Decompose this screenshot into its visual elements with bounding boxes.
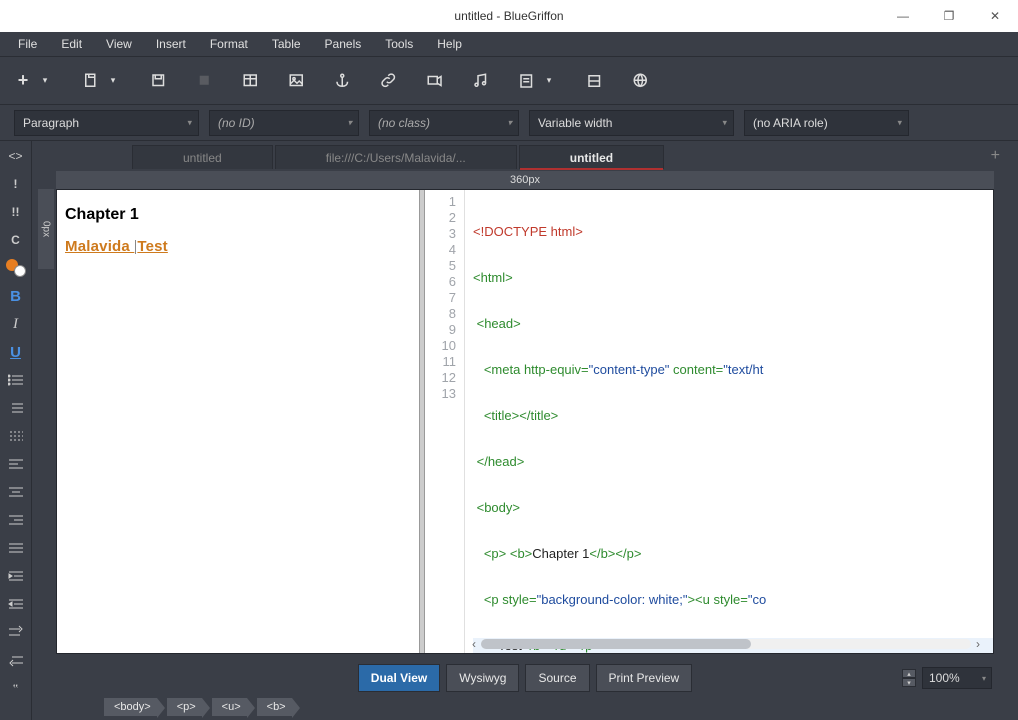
menu-format[interactable]: Format — [200, 34, 258, 54]
wysiwyg-pane[interactable]: Chapter 1 Malavida Test — [57, 190, 419, 653]
indent-icon[interactable] — [6, 567, 26, 585]
zoom-spinner[interactable]: ▴▾ — [902, 669, 916, 687]
rtl-icon[interactable] — [6, 651, 26, 669]
main-toolbar: + ▾ ▾ ▾ — [0, 57, 1018, 105]
paragraph-malavida: Malavida Test — [65, 238, 411, 255]
anchor-icon[interactable] — [334, 72, 352, 90]
form-icon[interactable] — [518, 72, 536, 90]
align-left-icon[interactable] — [6, 455, 26, 473]
important-icon[interactable]: ! — [6, 175, 26, 193]
format-bar: Paragraph▾ (no ID)▾ (no class)▾ Variable… — [0, 105, 1018, 141]
window-title: untitled - BlueGriffon — [454, 9, 563, 23]
menu-help[interactable]: Help — [427, 34, 472, 54]
view-mode-bar: Dual View Wysiwyg Source Print Preview ▴… — [32, 662, 1018, 694]
menu-file[interactable]: File — [8, 34, 47, 54]
side-toolbar: <> ! !! C B I U ‟ — [0, 141, 32, 720]
image-icon[interactable] — [288, 72, 306, 90]
dual-view-button[interactable]: Dual View — [358, 664, 440, 692]
maximize-icon[interactable]: ❐ — [926, 0, 972, 32]
menu-bar: File Edit View Insert Format Table Panel… — [0, 32, 1018, 57]
align-center-icon[interactable] — [6, 483, 26, 501]
tab-untitled-2[interactable]: untitled — [519, 145, 664, 169]
ltr-icon[interactable] — [6, 623, 26, 641]
open-icon[interactable] — [82, 72, 100, 90]
breadcrumb-u[interactable]: <u> — [212, 698, 247, 716]
save-icon[interactable] — [150, 72, 168, 90]
list-numbered-icon[interactable] — [6, 399, 26, 417]
minimize-icon[interactable]: — — [880, 0, 926, 32]
document-tabs: untitled file:///C:/Users/Malavida/... u… — [32, 141, 1018, 169]
link-icon[interactable] — [380, 72, 398, 90]
scrollbar-thumb[interactable] — [481, 639, 751, 649]
outdent-icon[interactable] — [6, 595, 26, 613]
chevron-down-icon[interactable]: ▾ — [36, 72, 54, 90]
chevron-down-icon[interactable]: ▾ — [104, 72, 122, 90]
hr-icon[interactable] — [586, 72, 604, 90]
aria-select[interactable]: (no ARIA role)▾ — [744, 110, 909, 136]
scroll-right-icon[interactable]: › — [971, 637, 985, 651]
audio-icon[interactable] — [472, 72, 490, 90]
code-content[interactable]: <!DOCTYPE html> <html> <head> <meta http… — [465, 190, 993, 653]
align-justify-icon[interactable] — [6, 539, 26, 557]
new-tab-icon[interactable]: + — [991, 147, 1000, 165]
ruler-horizontal: 360px 0px — [56, 171, 994, 189]
print-preview-button[interactable]: Print Preview — [596, 664, 693, 692]
new-icon[interactable]: + — [14, 72, 32, 90]
paragraph-select[interactable]: Paragraph▾ — [14, 110, 199, 136]
wysiwyg-button[interactable]: Wysiwyg — [446, 664, 519, 692]
heading-chapter: Chapter 1 — [65, 206, 411, 224]
menu-view[interactable]: View — [96, 34, 142, 54]
window-titlebar: untitled - BlueGriffon — ❐ ✕ — [0, 0, 1018, 32]
source-button[interactable]: Source — [525, 664, 589, 692]
dom-breadcrumb: <body> <p> <u> <b> — [32, 694, 1018, 720]
list-bullet-icon[interactable] — [6, 371, 26, 389]
list-dash-icon[interactable] — [6, 427, 26, 445]
menu-edit[interactable]: Edit — [51, 34, 92, 54]
breadcrumb-body[interactable]: <body> — [104, 698, 157, 716]
breadcrumb-p[interactable]: <p> — [167, 698, 202, 716]
table-icon[interactable] — [242, 72, 260, 90]
breadcrumb-b[interactable]: <b> — [257, 698, 292, 716]
menu-table[interactable]: Table — [262, 34, 311, 54]
source-pane[interactable]: 12345678910111213 <!DOCTYPE html> <html>… — [425, 190, 993, 653]
tab-untitled-1[interactable]: untitled — [132, 145, 273, 169]
menu-panels[interactable]: Panels — [315, 34, 372, 54]
browser-icon[interactable] — [632, 72, 650, 90]
italic-icon[interactable]: I — [6, 315, 26, 333]
horizontal-scrollbar[interactable]: ‹ › — [467, 637, 985, 651]
line-numbers: 12345678910111213 — [425, 190, 465, 653]
scroll-left-icon[interactable]: ‹ — [467, 637, 481, 651]
chevron-down-icon[interactable]: ▾ — [540, 72, 558, 90]
id-select[interactable]: (no ID)▾ — [209, 110, 359, 136]
video-icon[interactable] — [426, 72, 444, 90]
zoom-select[interactable]: 100%▾ — [922, 667, 992, 689]
quote-icon[interactable]: ‟ — [6, 679, 26, 697]
close-icon[interactable]: ✕ — [972, 0, 1018, 32]
menu-tools[interactable]: Tools — [375, 34, 423, 54]
align-right-icon[interactable] — [6, 511, 26, 529]
font-select[interactable]: Variable width▾ — [529, 110, 734, 136]
c-icon[interactable]: C — [6, 231, 26, 249]
tab-file[interactable]: file:///C:/Users/Malavida/... — [275, 145, 517, 169]
menu-insert[interactable]: Insert — [146, 34, 196, 54]
color-picker-icon[interactable] — [6, 259, 26, 277]
stop-icon[interactable] — [196, 72, 214, 90]
angle-brackets-icon[interactable]: <> — [6, 147, 26, 165]
ruler-vertical: 0px — [38, 189, 54, 269]
class-select[interactable]: (no class)▾ — [369, 110, 519, 136]
bold-icon[interactable]: B — [6, 287, 26, 305]
underline-icon[interactable]: U — [6, 343, 26, 361]
double-important-icon[interactable]: !! — [6, 203, 26, 221]
